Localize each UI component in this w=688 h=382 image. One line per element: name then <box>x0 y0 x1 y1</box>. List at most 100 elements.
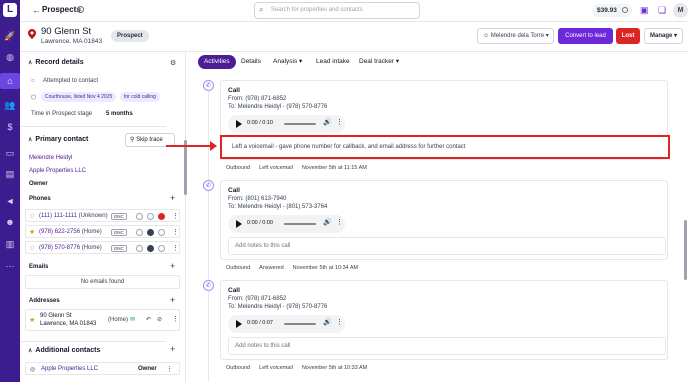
home-icon[interactable]: ⌂ <box>0 73 20 89</box>
credits-info-icon[interactable] <box>622 7 628 13</box>
more-options-icon[interactable]: ⋮ <box>172 212 179 220</box>
tab-analysis[interactable]: Analysis ▾ <box>273 55 302 69</box>
left-panel-scrollbar[interactable] <box>184 140 187 195</box>
call-notes-input[interactable]: Add notes to this call <box>228 337 666 355</box>
more-options-icon[interactable]: ⋮ <box>166 365 173 373</box>
tag-chip-cold-calling[interactable]: for cold calling <box>120 92 160 102</box>
call-notes-input[interactable]: Add notes to this call <box>228 237 666 255</box>
manage-dropdown[interactable]: Manage ▾ <box>644 28 683 44</box>
audio-time: 0:00 / 0:07 <box>247 320 273 326</box>
more-options-icon[interactable]: ⋮ <box>336 218 343 226</box>
phone-row[interactable]: ★ (978) 622-2756 (Home) DNC ⋮ <box>25 225 180 238</box>
volume-icon[interactable]: 🔊 <box>323 218 332 226</box>
document-icon[interactable]: ▤ <box>2 166 18 182</box>
more-options-icon[interactable]: ⋮ <box>336 318 343 326</box>
more-options-icon[interactable]: ⋮ <box>172 228 179 236</box>
tab-activities[interactable]: Activities <box>198 55 236 69</box>
help-icon[interactable] <box>147 245 154 252</box>
phone-number[interactable]: (978) 622-2756 <box>39 229 80 235</box>
additional-contact-link[interactable]: Apple Properties LLC <box>41 366 98 372</box>
add-contact-button[interactable]: + <box>170 344 175 354</box>
rocket-icon[interactable]: 🚀 <box>2 28 18 44</box>
more-options-icon[interactable]: ⋮ <box>336 118 343 126</box>
tab-details[interactable]: Details <box>241 55 261 69</box>
volume-icon[interactable]: 🔊 <box>323 118 332 126</box>
add-phone-button[interactable]: + <box>170 193 175 203</box>
additional-contacts-header[interactable]: ∧ Additional contacts <box>28 347 100 354</box>
phone-row[interactable]: ☆ (978) 570-8776 (Home) DNC ⋮ <box>25 241 180 254</box>
messages-icon[interactable]: ▣ <box>640 5 649 16</box>
star-outline-icon[interactable]: ☆ <box>29 244 35 252</box>
time-in-stage-value: 5 months <box>106 111 133 117</box>
dnc-badge[interactable]: DNC <box>111 229 127 236</box>
tab-deal-tracker[interactable]: Deal tracker ▾ <box>359 55 399 69</box>
help-icon[interactable] <box>147 213 154 220</box>
app-logo[interactable]: L <box>3 3 17 17</box>
block-icon[interactable] <box>158 245 165 252</box>
audio-progress-bar[interactable] <box>284 323 316 325</box>
tab-lead-intake[interactable]: Lead intake <box>316 55 350 69</box>
contact-name-link[interactable]: Melendre Heidyl <box>29 155 72 161</box>
owner-dropdown[interactable]: ☺ Melendre dela Torre ▾ <box>477 28 554 44</box>
star-outline-icon[interactable]: ☆ <box>29 212 35 220</box>
audio-player[interactable]: 0:00 / 0:07 🔊 ⋮ <box>228 315 345 333</box>
call-icon[interactable] <box>136 229 143 236</box>
addresses-title: Addresses <box>29 298 60 304</box>
audio-progress-bar[interactable] <box>284 123 316 125</box>
call-icon[interactable] <box>136 245 143 252</box>
contact-company-link[interactable]: Apple Properties LLC <box>29 168 86 174</box>
phone-row[interactable]: ☆ (111) 111-1111 (Unknown) DNC ⋮ <box>25 209 180 222</box>
megaphone-icon[interactable]: ◄ <box>2 193 18 209</box>
status-text[interactable]: Attempted to contact <box>43 78 98 84</box>
block-icon[interactable] <box>158 229 165 236</box>
help-icon[interactable] <box>147 229 154 236</box>
team-icon[interactable]: ☻ <box>2 214 18 230</box>
tag-chip-source[interactable]: Courthouse, listed Nov 4 2025 <box>41 92 117 102</box>
add-email-button[interactable]: + <box>170 261 175 271</box>
error-icon[interactable] <box>158 213 165 220</box>
chart-icon[interactable]: ▥ <box>2 236 18 252</box>
call-icon[interactable] <box>136 213 143 220</box>
convert-to-lead-button[interactable]: Convert to lead <box>558 28 613 44</box>
star-filled-icon[interactable]: ★ <box>29 228 35 236</box>
call-note-highlighted[interactable]: Left a voicemail - gave phone number for… <box>220 135 670 159</box>
star-filled-icon[interactable]: ★ <box>29 316 35 324</box>
dollar-icon[interactable]: $ <box>2 119 18 135</box>
undo-icon[interactable]: ↶ <box>146 316 151 323</box>
play-icon[interactable] <box>236 220 242 228</box>
inbox-icon[interactable]: ▭ <box>2 145 18 161</box>
lost-button[interactable]: Lost <box>616 28 640 44</box>
manage-label: Manage <box>650 33 673 39</box>
record-details-header[interactable]: ∧ Record details <box>28 59 84 66</box>
gear-icon[interactable]: ⚙ <box>170 59 176 67</box>
avatar[interactable]: M <box>673 3 688 18</box>
play-icon[interactable] <box>236 320 242 328</box>
dnc-badge[interactable]: DNC <box>111 213 127 220</box>
block-icon[interactable]: ⊘ <box>157 316 162 323</box>
users-icon[interactable]: 👥 <box>2 97 18 113</box>
audio-player[interactable]: 0:00 / 0:00 🔊 ⋮ <box>228 215 345 233</box>
credits-balance[interactable]: $39.93 <box>592 4 632 17</box>
back-arrow-icon[interactable]: ← <box>32 5 41 15</box>
audio-progress-bar[interactable] <box>284 223 316 225</box>
primary-contact-header[interactable]: ∧ Primary contact <box>28 136 88 143</box>
search-input[interactable]: ⌕ Search for properties and contacts <box>254 2 420 19</box>
chat-icon[interactable]: ❏ <box>658 5 666 16</box>
more-options-icon[interactable]: ⋮ <box>172 315 179 323</box>
phone-number[interactable]: (978) 570-8776 <box>39 245 80 251</box>
info-icon[interactable]: i <box>77 6 84 13</box>
main-scrollbar[interactable] <box>684 220 687 280</box>
volume-icon[interactable]: 🔊 <box>323 318 332 326</box>
phone-number[interactable]: (111) 111-1111 <box>39 213 77 219</box>
add-address-button[interactable]: + <box>170 295 175 305</box>
address-row[interactable]: ★ 90 Glenn St Lawrence, MA 01843 (Home) … <box>25 309 180 331</box>
more-icon[interactable]: ··· <box>2 258 18 274</box>
more-options-icon[interactable]: ⋮ <box>172 244 179 252</box>
audio-player[interactable]: 0:00 / 0:10 🔊 ⋮ <box>228 115 345 133</box>
mail-icon[interactable]: ✉ <box>130 316 135 323</box>
play-icon[interactable] <box>236 120 242 128</box>
additional-contact-row[interactable]: ◎ Apple Properties LLC Owner ⋮ <box>25 362 180 375</box>
dnc-badge[interactable]: DNC <box>111 245 127 252</box>
activity-title: Call <box>228 287 240 294</box>
globe-icon[interactable]: ◍ <box>2 49 18 65</box>
